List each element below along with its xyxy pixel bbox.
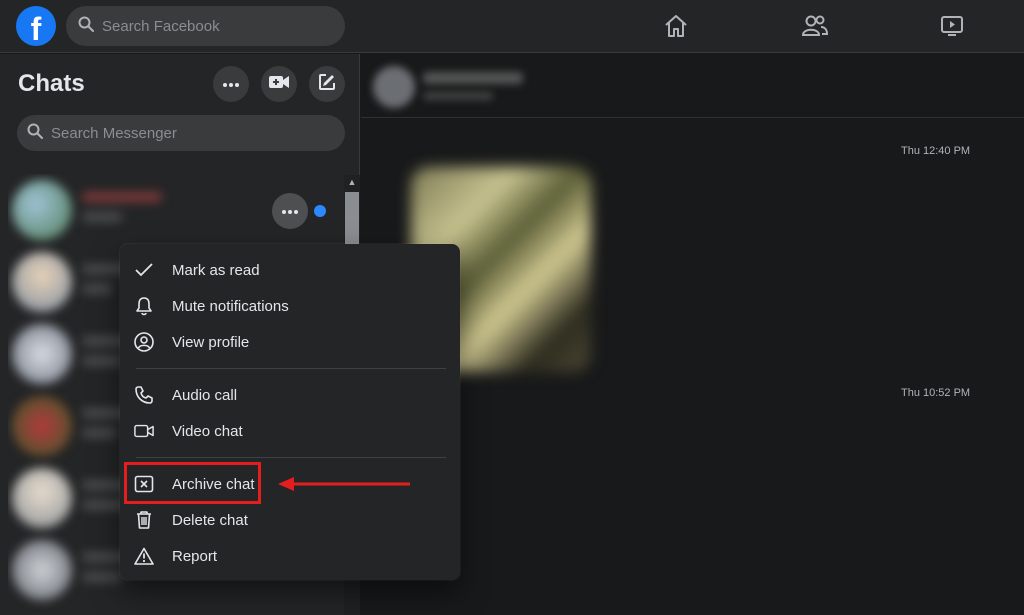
menu-item-mark-as-read[interactable]: Mark as read bbox=[128, 252, 452, 288]
menu-item-report[interactable]: Report bbox=[128, 538, 452, 574]
avatar bbox=[12, 540, 72, 600]
chats-heading: Chats bbox=[18, 70, 85, 97]
menu-item-label: Mark as read bbox=[172, 261, 260, 279]
menu-item-mute-notifications[interactable]: Mute notifications bbox=[128, 288, 452, 324]
new-message-button[interactable] bbox=[309, 66, 345, 102]
archive-chat-highlight-box bbox=[124, 462, 261, 504]
video-icon bbox=[134, 421, 154, 441]
more-options-icon bbox=[222, 75, 240, 93]
menu-divider bbox=[136, 457, 446, 458]
phone-icon bbox=[134, 385, 154, 405]
chat-context-menu: Mark as read Mute notifications View pro… bbox=[120, 244, 460, 580]
messenger-search-bar[interactable] bbox=[17, 115, 345, 151]
facebook-logo[interactable]: f bbox=[16, 6, 56, 46]
avatar bbox=[12, 396, 72, 456]
menu-item-label: Audio call bbox=[172, 386, 238, 404]
menu-item-label: View profile bbox=[172, 333, 250, 351]
messenger-search-input[interactable] bbox=[51, 124, 251, 142]
bell-icon bbox=[134, 296, 154, 316]
avatar bbox=[12, 180, 72, 240]
friends-icon[interactable] bbox=[799, 10, 831, 42]
trash-icon bbox=[134, 510, 154, 530]
more-options-icon bbox=[281, 202, 299, 220]
scroll-up-arrow-icon[interactable]: ▲ bbox=[344, 175, 360, 189]
avatar bbox=[12, 468, 72, 528]
avatar bbox=[12, 324, 72, 384]
menu-item-audio-call[interactable]: Audio call bbox=[128, 377, 452, 413]
menu-item-label: Video chat bbox=[172, 422, 243, 440]
warning-icon bbox=[134, 546, 154, 566]
menu-item-delete-chat[interactable]: Delete chat bbox=[128, 502, 452, 538]
scrollbar-thumb[interactable] bbox=[345, 192, 359, 250]
menu-item-label: Delete chat bbox=[172, 511, 248, 529]
new-message-icon bbox=[318, 73, 336, 96]
chat-row-more-button[interactable] bbox=[272, 193, 308, 229]
new-room-button[interactable] bbox=[261, 66, 297, 102]
search-icon bbox=[27, 123, 43, 144]
message-timestamp: Thu 10:52 PM bbox=[901, 387, 971, 399]
menu-item-label: Report bbox=[172, 547, 218, 565]
menu-item-video-chat[interactable]: Video chat bbox=[128, 413, 452, 449]
menu-item-label: Mute notifications bbox=[172, 297, 289, 315]
profile-icon bbox=[134, 332, 154, 352]
unread-indicator bbox=[314, 205, 326, 217]
new-room-icon bbox=[268, 74, 290, 95]
chat-options-button[interactable] bbox=[213, 66, 249, 102]
check-icon bbox=[134, 260, 154, 280]
menu-divider bbox=[136, 368, 446, 369]
watch-icon[interactable] bbox=[936, 10, 968, 42]
home-icon[interactable] bbox=[660, 10, 692, 42]
conversation-panel: Thu 12:40 PM Thu 10:52 PM bbox=[361, 54, 1024, 615]
facebook-search-input[interactable] bbox=[102, 17, 302, 35]
top-navigation-bar: f bbox=[0, 0, 1024, 53]
menu-item-view-profile[interactable]: View profile bbox=[128, 324, 452, 360]
blurred-contact-status bbox=[423, 92, 493, 100]
message-timestamp: Thu 12:40 PM bbox=[901, 145, 971, 157]
conversation-header[interactable] bbox=[361, 54, 1024, 118]
avatar bbox=[12, 252, 72, 312]
avatar bbox=[373, 66, 415, 108]
blurred-contact-name bbox=[423, 72, 523, 84]
search-icon bbox=[78, 16, 94, 37]
facebook-search-bar[interactable] bbox=[66, 6, 345, 46]
annotation-arrow-icon bbox=[278, 477, 410, 491]
